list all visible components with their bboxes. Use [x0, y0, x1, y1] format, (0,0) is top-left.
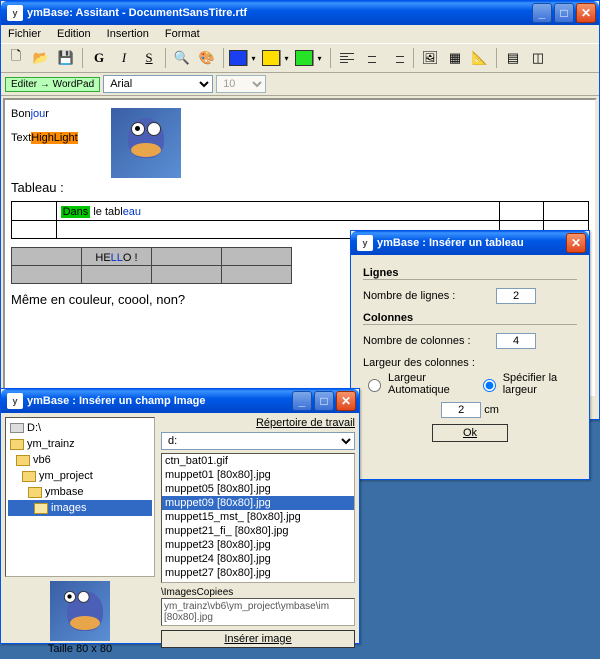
- tree-item: vb6: [8, 452, 152, 468]
- list-item: muppet31_anl_ [80x80].jpg: [162, 580, 354, 583]
- gray-table: HELLO !: [11, 247, 292, 284]
- layout-button[interactable]: ◫: [527, 47, 549, 69]
- app-icon: y: [7, 5, 23, 21]
- folder-icon: [22, 471, 36, 482]
- ruler-button[interactable]: 📐: [469, 47, 491, 69]
- image-dialog-title: ymBase : Insérer un champ Image: [27, 395, 206, 407]
- table-dialog-title: ymBase : Insérer un tableau: [377, 237, 524, 249]
- toolbar: 🗋 📂 💾 G I S 🔍 🎨 ▾ ▾ ▾ 🖼 ▦ 📐 ▤ ◫: [1, 43, 599, 73]
- list-item: ctn_bat01.gif: [162, 454, 354, 468]
- colonnes-label: Nombre de colonnes :: [363, 335, 493, 347]
- lignes-group: Lignes: [363, 267, 577, 280]
- doc-line-tableau: Tableau :: [11, 180, 589, 195]
- image-dialog: y ymBase : Insérer un champ Image _ □ ✕ …: [0, 388, 360, 644]
- minimize-button[interactable]: _: [532, 3, 552, 23]
- app-icon: y: [357, 235, 373, 251]
- colonnes-input[interactable]: [496, 333, 536, 349]
- color-tool-button[interactable]: 🎨: [196, 47, 218, 69]
- save-button[interactable]: 💾: [55, 47, 77, 69]
- tree-item: ym_project: [8, 468, 152, 484]
- insert-table-button[interactable]: ▦: [444, 47, 466, 69]
- italic-button[interactable]: I: [113, 47, 135, 69]
- menubar: Fichier Edition Insertion Format: [1, 25, 599, 43]
- tree-item: D:\: [8, 420, 152, 436]
- font-name-select[interactable]: Arial: [103, 75, 213, 93]
- largeur-input[interactable]: [441, 402, 481, 418]
- insert-image-button[interactable]: Insérer image: [161, 630, 355, 648]
- tree-item: ymbase: [8, 484, 152, 500]
- largeur-auto-radio[interactable]: [368, 379, 381, 392]
- highlight-picker[interactable]: ▾: [262, 50, 292, 66]
- folder-icon: [16, 455, 30, 466]
- grid-button[interactable]: ▤: [502, 47, 524, 69]
- menu-format[interactable]: Format: [162, 27, 203, 41]
- file-listbox[interactable]: ctn_bat01.gif muppet01 [80x80].jpg muppe…: [161, 453, 355, 583]
- preview-image: [50, 581, 110, 641]
- align-center-button[interactable]: [361, 47, 383, 69]
- doc-line-bonjour: Bonjour TextHighLight: [11, 108, 589, 178]
- bold-button[interactable]: G: [88, 47, 110, 69]
- font-size-select[interactable]: 10: [216, 75, 266, 93]
- largeur-spec-radio[interactable]: [483, 379, 496, 392]
- align-right-button[interactable]: [386, 47, 408, 69]
- images-copiees-label: \ImagesCopiees: [161, 587, 355, 598]
- color-picker[interactable]: ▾: [229, 50, 259, 66]
- list-item-selected: muppet09 [80x80].jpg: [162, 496, 354, 510]
- editer-wordpad-button[interactable]: Editer → WordPad: [5, 77, 100, 92]
- close-button[interactable]: ✕: [336, 391, 356, 411]
- search-button[interactable]: 🔍: [171, 47, 193, 69]
- maximize-button[interactable]: □: [554, 3, 574, 23]
- path-display: ym_trainz\vb6\ym_project\ymbase\im [80x8…: [161, 598, 355, 626]
- align-left-button[interactable]: [336, 47, 358, 69]
- toolbar2: Editer → WordPad Arial 10: [1, 73, 599, 96]
- lignes-label: Nombre de lignes :: [363, 290, 493, 302]
- folder-open-icon: [34, 503, 48, 514]
- minimize-button[interactable]: _: [292, 391, 312, 411]
- list-item: muppet01 [80x80].jpg: [162, 468, 354, 482]
- table-dialog: y ymBase : Insérer un tableau ✕ Lignes N…: [350, 230, 590, 480]
- folder-icon: [28, 487, 42, 498]
- open-button[interactable]: 📂: [30, 47, 52, 69]
- list-item: muppet27 [80x80].jpg: [162, 566, 354, 580]
- menu-insertion[interactable]: Insertion: [104, 27, 152, 41]
- insert-image-button[interactable]: 🖼: [419, 47, 441, 69]
- colonnes-group: Colonnes: [363, 312, 577, 325]
- underline-button[interactable]: S: [138, 47, 160, 69]
- list-item: muppet21_fi_ [80x80].jpg: [162, 524, 354, 538]
- lignes-input[interactable]: [496, 288, 536, 304]
- largeur-label: Largeur des colonnes :: [363, 357, 577, 369]
- list-item: muppet15_mst_ [80x80].jpg: [162, 510, 354, 524]
- maximize-button[interactable]: □: [314, 391, 334, 411]
- drive-select[interactable]: d:: [161, 432, 355, 450]
- menu-fichier[interactable]: Fichier: [5, 27, 44, 41]
- main-title: ymBase: Assitant - DocumentSansTitre.rtf: [27, 7, 247, 19]
- drive-icon: [10, 423, 24, 433]
- list-item: muppet23 [80x80].jpg: [162, 538, 354, 552]
- bgcolor-picker[interactable]: ▾: [295, 50, 325, 66]
- folder-icon: [10, 439, 24, 450]
- muppet-image: [111, 108, 181, 178]
- list-item: muppet05 [80x80].jpg: [162, 482, 354, 496]
- close-button[interactable]: ✕: [566, 233, 586, 253]
- close-button[interactable]: ✕: [576, 3, 596, 23]
- repertoire-link[interactable]: Répertoire de travail: [256, 417, 355, 429]
- ok-button[interactable]: Ok: [432, 424, 508, 442]
- main-titlebar[interactable]: y ymBase: Assitant - DocumentSansTitre.r…: [1, 1, 599, 25]
- table-dialog-titlebar[interactable]: y ymBase : Insérer un tableau ✕: [351, 231, 589, 255]
- tree-item-selected: images: [8, 500, 152, 516]
- list-item: muppet24 [80x80].jpg: [162, 552, 354, 566]
- folder-tree[interactable]: D:\ ym_trainz vb6 ym_project ymbase imag…: [5, 417, 155, 577]
- image-dialog-titlebar[interactable]: y ymBase : Insérer un champ Image _ □ ✕: [1, 389, 359, 413]
- new-button[interactable]: 🗋: [5, 47, 27, 69]
- tree-item: ym_trainz: [8, 436, 152, 452]
- app-icon: y: [7, 393, 23, 409]
- menu-edition[interactable]: Edition: [54, 27, 94, 41]
